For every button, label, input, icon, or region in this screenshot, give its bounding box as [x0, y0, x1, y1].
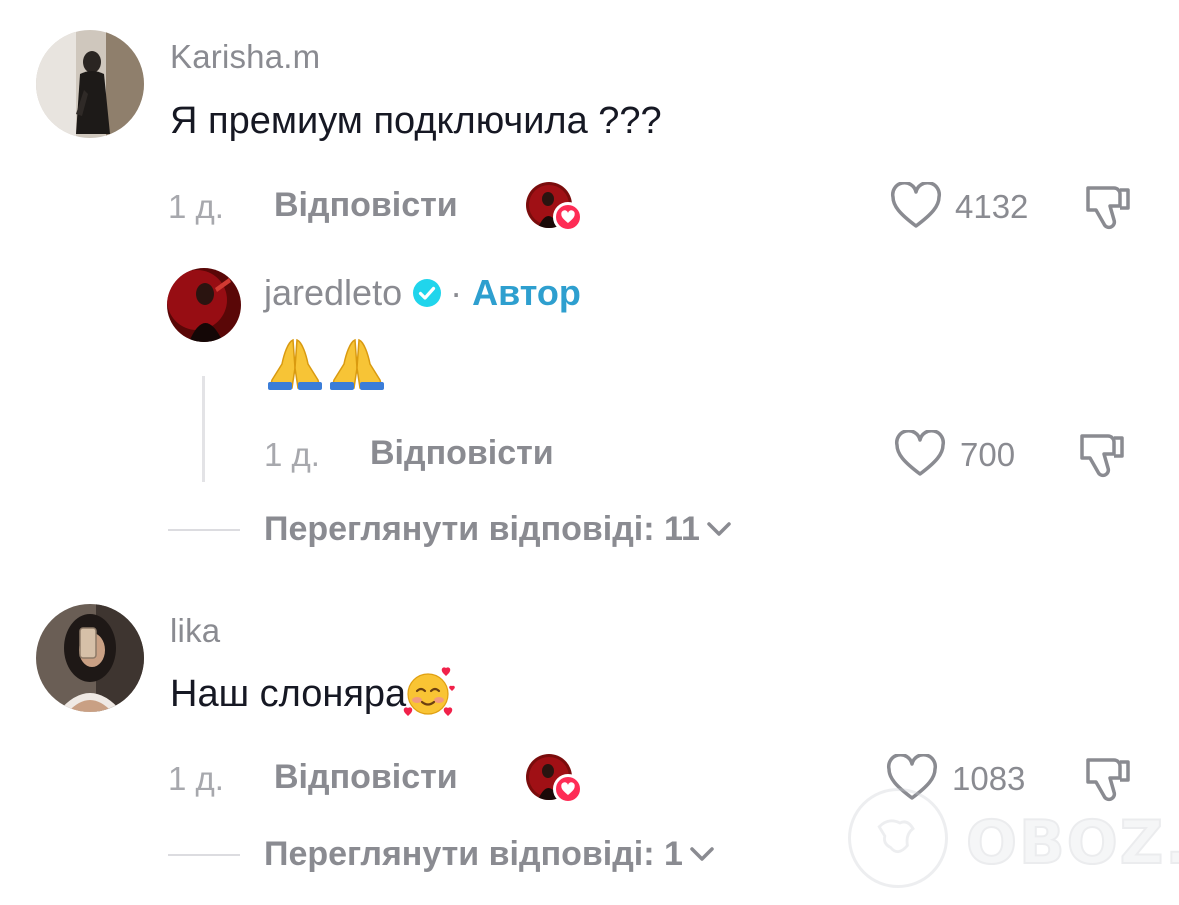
reply-button[interactable]: Відповісти	[370, 434, 554, 473]
watermark-logo-icon	[848, 788, 948, 888]
author-liked-badge	[526, 182, 583, 232]
reply-header: jaredleto · Автор	[264, 272, 581, 314]
view-replies-label: Переглянути відповіді: 11	[264, 510, 700, 548]
like-count: 700	[960, 436, 1016, 473]
view-replies-divider	[168, 854, 240, 856]
heart-badge-icon	[553, 202, 583, 232]
verified-icon	[413, 279, 442, 307]
comment-username[interactable]: Karisha.m	[170, 38, 320, 76]
watermark: OBOZ.UA	[848, 788, 1179, 898]
dislike-icon[interactable]	[1082, 180, 1134, 232]
chevron-down-icon	[690, 847, 714, 861]
view-replies-button[interactable]: Переглянути відповіді: 11	[264, 510, 732, 549]
comment-time: 1 д.	[168, 188, 224, 225]
reply-button[interactable]: Відповісти	[274, 186, 458, 225]
heart-icon[interactable]	[894, 430, 946, 478]
thread-line	[202, 376, 205, 482]
folded-hands-emoji	[268, 338, 322, 390]
heart-badge-icon	[553, 774, 583, 804]
folded-hands-emoji	[330, 338, 384, 390]
view-replies-label: Переглянути відповіді: 1	[264, 835, 683, 873]
comment-text: Я премиум подключила ???	[170, 100, 662, 142]
reply-username[interactable]: jaredleto	[264, 272, 402, 314]
author-badge: Автор	[472, 272, 581, 313]
author-liked-badge	[526, 754, 583, 804]
view-replies-divider	[168, 529, 240, 531]
watermark-text: OBOZ.UA	[965, 807, 1179, 879]
comment-text-body: Наш слоняра	[170, 673, 407, 716]
avatar-karisha[interactable]	[36, 30, 144, 138]
comment-username[interactable]: lika	[170, 612, 220, 650]
comment-time: 1 д.	[168, 760, 224, 797]
view-replies-button[interactable]: Переглянути відповіді: 1	[264, 835, 715, 874]
dislike-icon[interactable]	[1076, 428, 1128, 480]
heart-icon[interactable]	[890, 182, 942, 230]
avatar-jaredleto[interactable]	[167, 268, 241, 342]
reply-button[interactable]: Відповісти	[274, 758, 458, 797]
avatar-lika[interactable]	[36, 604, 144, 712]
reply-text	[266, 336, 386, 392]
reply-time: 1 д.	[264, 436, 320, 473]
smiling-hearts-emoji	[403, 667, 456, 716]
separator-dot: ·	[450, 272, 463, 313]
comment-text: Наш слоняра	[170, 667, 458, 720]
like-count: 4132	[955, 188, 1029, 225]
chevron-down-icon	[707, 522, 731, 536]
